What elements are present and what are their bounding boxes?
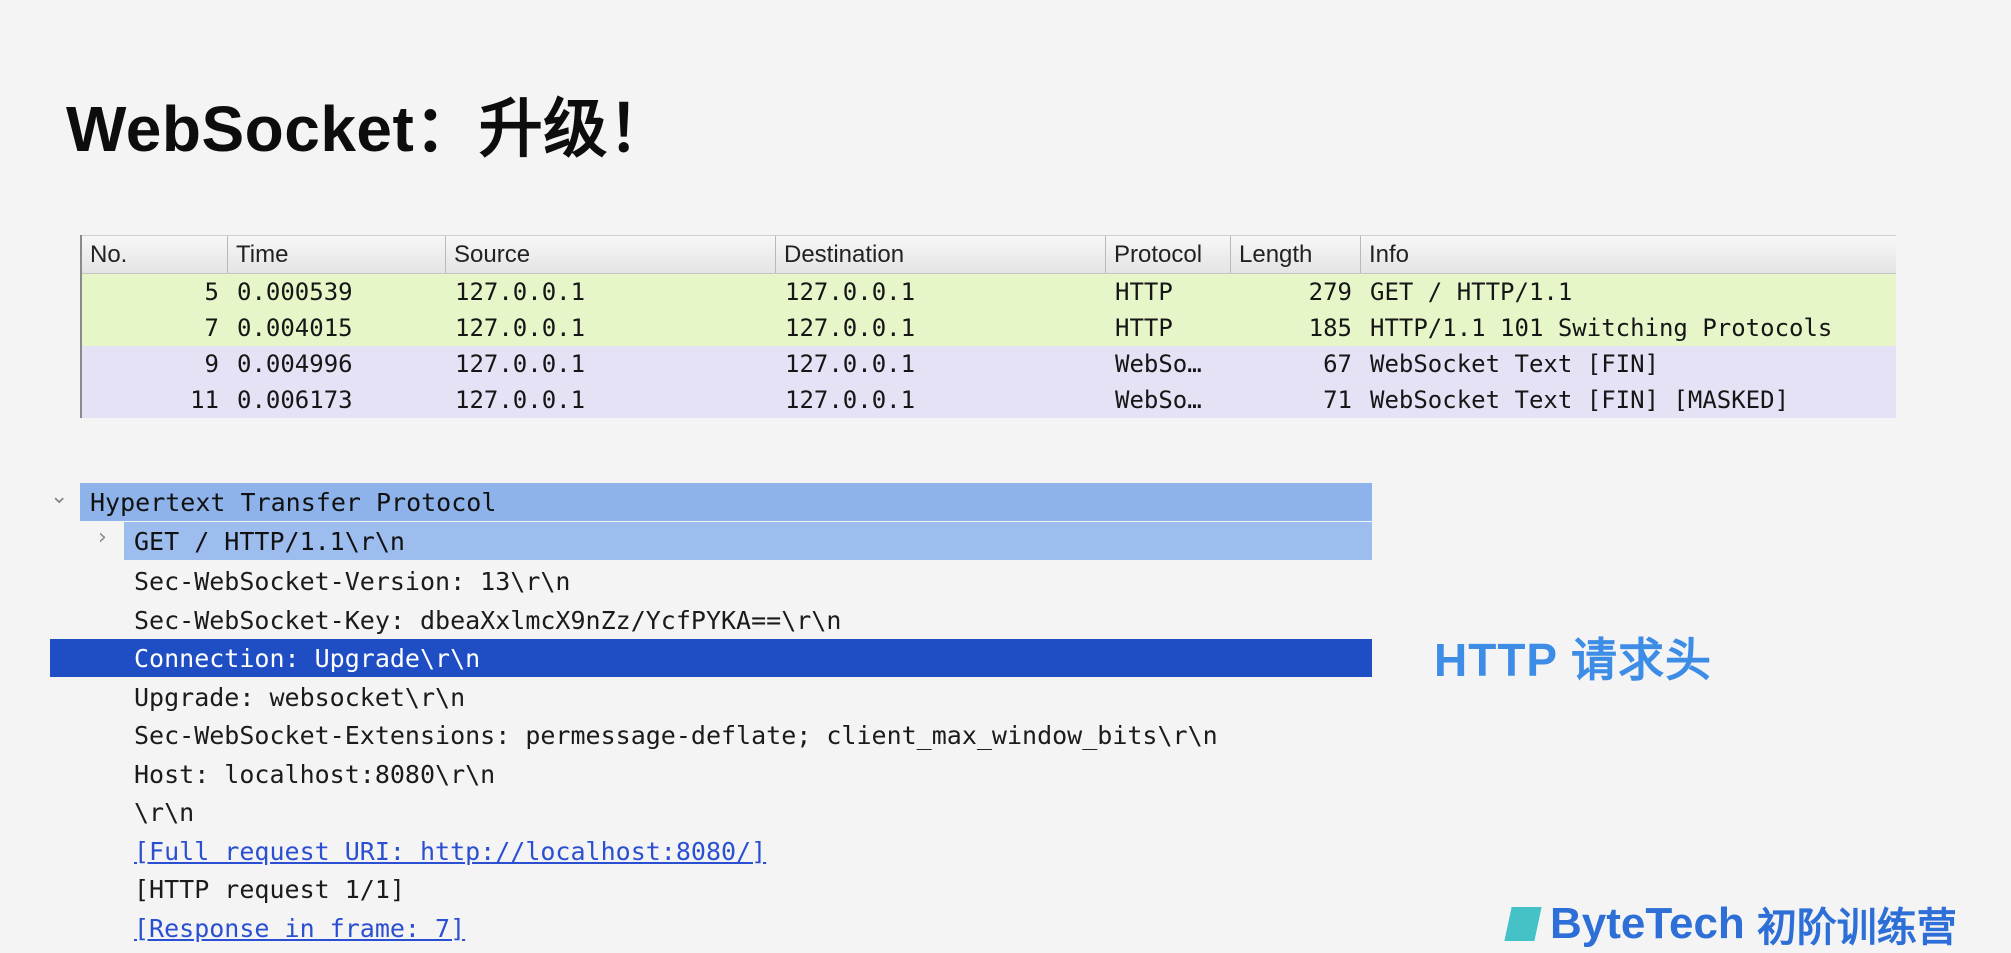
logo-mark-icon bbox=[1504, 907, 1542, 941]
brand-logo: ByteTech 初阶训练营 bbox=[1504, 899, 1957, 950]
tree-node-http[interactable]: Hypertext Transfer Protocol bbox=[80, 483, 1372, 521]
packet-row[interactable]: 7 0.004015 127.0.0.1 127.0.0.1 HTTP 185 HTTP/1… bbox=[82, 310, 1896, 346]
packet-cell-source: 127.0.0.1 bbox=[455, 350, 586, 378]
packet-cell-info: WebSocket Text [FIN] bbox=[1370, 350, 1659, 378]
packet-cell-no: 5 bbox=[204, 278, 219, 306]
packet-cell-length: 67 bbox=[1323, 350, 1352, 378]
packet-cell-source: 127.0.0.1 bbox=[455, 314, 586, 342]
tree-line[interactable]: Sec-WebSocket-Key: dbeaXxlmcX9nZz/YcfPYK… bbox=[124, 601, 841, 639]
tree-line[interactable]: [Response in frame: 7] bbox=[124, 909, 465, 947]
logo-subtitle: 初阶训练营 bbox=[1756, 906, 1957, 950]
packet-row[interactable]: 5 0.000539 127.0.0.1 127.0.0.1 HTTP 279 GET / … bbox=[82, 274, 1896, 310]
packet-cell-protocol: WebSo… bbox=[1115, 350, 1202, 378]
packet-cell-no: 7 bbox=[204, 314, 219, 342]
tree-line-text: Sec-WebSocket-Extensions: permessage-def… bbox=[134, 720, 1218, 750]
tree-line[interactable]: Sec-WebSocket-Version: 13\r\n bbox=[124, 562, 571, 600]
packet-cell-info: GET / HTTP/1.1 bbox=[1370, 278, 1573, 306]
tree-node-http-text: Hypertext Transfer Protocol bbox=[90, 487, 497, 517]
column-header-time[interactable]: Time bbox=[227, 236, 445, 273]
packet-cell-protocol: HTTP bbox=[1115, 278, 1173, 306]
packet-row[interactable]: 11 0.006173 127.0.0.1 127.0.0.1 WebSo… 71 WebS… bbox=[82, 382, 1896, 418]
slide-title: WebSocket：升级！ bbox=[66, 93, 673, 165]
packet-cell-length: 71 bbox=[1323, 386, 1352, 414]
packet-cell-length: 185 bbox=[1308, 314, 1352, 342]
tree-line-text: [Full request URI: http://localhost:8080… bbox=[134, 836, 767, 866]
packet-cell-destination: 127.0.0.1 bbox=[785, 314, 916, 342]
tree-line[interactable]: \r\n bbox=[124, 793, 194, 831]
column-header-source[interactable]: Source bbox=[445, 236, 775, 273]
packet-cell-time: 0.000539 bbox=[237, 278, 353, 306]
packet-cell-time: 0.004996 bbox=[237, 350, 353, 378]
tree-line[interactable]: Upgrade: websocket\r\n bbox=[124, 678, 465, 716]
annotation-label: HTTP 请求头 bbox=[1434, 634, 1713, 686]
packet-cell-info: HTTP/1.1 101 Switching Protocols bbox=[1370, 314, 1833, 342]
tree-line-text: Sec-WebSocket-Key: dbeaXxlmcX9nZz/YcfPYK… bbox=[134, 605, 842, 635]
tree-line[interactable]: Sec-WebSocket-Extensions: permessage-def… bbox=[124, 716, 1218, 754]
tree-line-text: Host: localhost:8080\r\n bbox=[134, 759, 496, 789]
logo-text: ByteTech bbox=[1550, 899, 1745, 948]
column-header-info[interactable]: Info bbox=[1360, 236, 1896, 273]
packet-cell-time: 0.006173 bbox=[237, 386, 353, 414]
packet-list-rows: 5 0.000539 127.0.0.1 127.0.0.1 HTTP 279 GET / … bbox=[82, 274, 1896, 418]
tree-line-text: [HTTP request 1/1] bbox=[134, 874, 405, 904]
tree-node-request-line-text: GET / HTTP/1.1\r\n bbox=[134, 526, 405, 556]
packet-cell-protocol: WebSo… bbox=[1115, 386, 1202, 414]
tree-line-text: Upgrade: websocket\r\n bbox=[134, 682, 466, 712]
packet-list-header: No. Time Source Destination Protocol Len… bbox=[82, 235, 1896, 274]
tree-node-request-line[interactable]: GET / HTTP/1.1\r\n bbox=[124, 522, 1372, 560]
collapse-chevron-icon[interactable]: › bbox=[98, 525, 107, 550]
packet-cell-no: 11 bbox=[190, 386, 219, 414]
packet-cell-no: 9 bbox=[204, 350, 219, 378]
packet-cell-source: 127.0.0.1 bbox=[455, 278, 586, 306]
packet-cell-info: WebSocket Text [FIN] [MASKED] bbox=[1370, 386, 1790, 414]
tree-line-text: Sec-WebSocket-Version: 13\r\n bbox=[134, 566, 571, 596]
tree-line[interactable]: Host: localhost:8080\r\n bbox=[124, 755, 495, 793]
tree-line-text: \r\n bbox=[134, 797, 195, 827]
column-header-no[interactable]: No. bbox=[82, 236, 227, 273]
packet-cell-length: 279 bbox=[1308, 278, 1352, 306]
expand-chevron-icon[interactable]: ⌄ bbox=[50, 484, 68, 509]
column-header-protocol[interactable]: Protocol bbox=[1105, 236, 1230, 273]
packet-cell-destination: 127.0.0.1 bbox=[785, 350, 916, 378]
column-header-length[interactable]: Length bbox=[1230, 236, 1360, 273]
tree-line[interactable]: [Full request URI: http://localhost:8080… bbox=[124, 832, 766, 870]
tree-line-text: [Response in frame: 7] bbox=[134, 913, 466, 943]
tree-line-selected[interactable]: Connection: Upgrade\r\n bbox=[50, 639, 1372, 677]
packet-cell-time: 0.004015 bbox=[237, 314, 353, 342]
column-header-destination[interactable]: Destination bbox=[775, 236, 1105, 273]
tree-line[interactable]: [HTTP request 1/1] bbox=[124, 870, 405, 908]
packet-cell-destination: 127.0.0.1 bbox=[785, 278, 916, 306]
packet-list: No. Time Source Destination Protocol Len… bbox=[80, 235, 1896, 418]
packet-row[interactable]: 9 0.004996 127.0.0.1 127.0.0.1 WebSo… 67 WebSo… bbox=[82, 346, 1896, 382]
packet-cell-source: 127.0.0.1 bbox=[455, 386, 586, 414]
packet-cell-protocol: HTTP bbox=[1115, 314, 1173, 342]
packet-cell-destination: 127.0.0.1 bbox=[785, 386, 916, 414]
tree-line-selected-text: Connection: Upgrade\r\n bbox=[134, 643, 481, 673]
